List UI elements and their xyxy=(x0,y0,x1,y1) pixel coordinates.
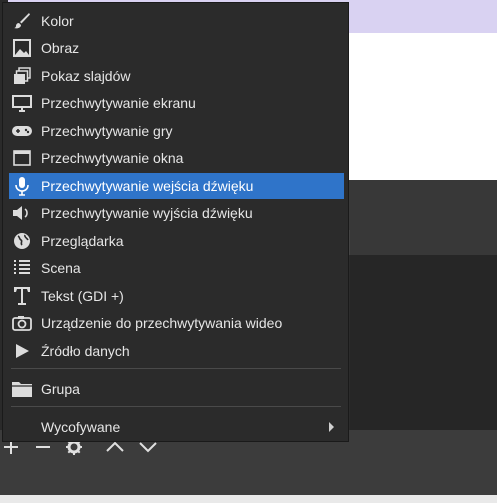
menu-item-label: Przeglądarka xyxy=(41,233,124,249)
menu-item-browser[interactable]: Przeglądarka xyxy=(9,228,344,254)
menu-item-text-gdi[interactable]: Tekst (GDI +) xyxy=(9,283,344,309)
menu-item-display-capture[interactable]: Przechwytywanie ekranu xyxy=(9,90,344,116)
menu-item-label: Przechwytywanie wejścia dźwięku xyxy=(41,178,254,194)
status-bar xyxy=(0,495,497,503)
menu-item-label: Grupa xyxy=(41,381,80,397)
menu-item-audio-output-capture[interactable]: Przechwytywanie wyjścia dźwięku xyxy=(9,200,344,226)
menu-item-label: Przechwytywanie wyjścia dźwięku xyxy=(41,205,253,221)
image-icon xyxy=(11,38,33,58)
menu-separator xyxy=(11,368,341,369)
menu-item-video-capture-device[interactable]: Urządzenie do przechwytywania wideo xyxy=(9,310,344,336)
menu-item-label: Urządzenie do przechwytywania wideo xyxy=(41,315,283,331)
menu-item-game-capture[interactable]: Przechwytywanie gry xyxy=(9,118,344,144)
menu-item-image[interactable]: Obraz xyxy=(9,35,344,61)
menu-item-label: Kolor xyxy=(41,13,74,29)
menu-item-scene[interactable]: Scena xyxy=(9,255,344,281)
menu-item-slideshow[interactable]: Pokaz slajdów xyxy=(9,63,344,89)
gamepad-icon xyxy=(11,121,33,141)
menu-item-label: Przechwytywanie okna xyxy=(41,150,184,166)
microphone-icon xyxy=(11,176,33,196)
speaker-icon xyxy=(11,203,33,223)
add-source-context-menu: Kolor Obraz Pokaz slajdów Przechwytywani… xyxy=(2,2,349,442)
folder-icon xyxy=(11,379,33,399)
menu-item-audio-input-capture[interactable]: Przechwytywanie wejścia dźwięku xyxy=(9,173,344,199)
menu-item-label: Przechwytywanie ekranu xyxy=(41,95,196,111)
menu-item-label: Pokaz slajdów xyxy=(41,68,131,84)
monitor-icon xyxy=(11,93,33,113)
menu-item-group[interactable]: Grupa xyxy=(9,376,344,402)
menu-item-label: Scena xyxy=(41,260,81,276)
menu-separator xyxy=(11,406,341,407)
slideshow-icon xyxy=(11,66,33,86)
text-icon xyxy=(11,286,33,306)
brush-icon xyxy=(11,11,33,31)
adjacent-panel xyxy=(350,255,497,430)
camera-icon xyxy=(11,313,33,333)
list-icon xyxy=(11,258,33,278)
blank-icon-slot xyxy=(11,417,33,437)
globe-icon xyxy=(11,231,33,251)
menu-item-color[interactable]: Kolor xyxy=(9,8,344,34)
menu-item-window-capture[interactable]: Przechwytywanie okna xyxy=(9,145,344,171)
menu-item-label: Tekst (GDI +) xyxy=(41,288,124,304)
play-icon xyxy=(11,341,33,361)
submenu-arrow-icon xyxy=(329,422,334,432)
menu-item-media-source[interactable]: Źródło danych xyxy=(9,338,344,364)
menu-item-label: Wycofywane xyxy=(41,419,121,435)
window-icon xyxy=(11,148,33,168)
menu-item-label: Obraz xyxy=(41,40,80,56)
menu-item-label: Przechwytywanie gry xyxy=(41,123,173,139)
menu-item-deprecated[interactable]: Wycofywane xyxy=(9,414,344,440)
menu-item-label: Źródło danych xyxy=(41,343,130,359)
